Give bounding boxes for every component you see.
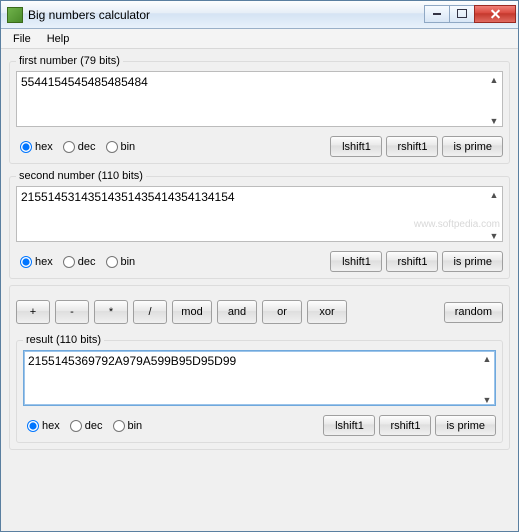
window-controls bbox=[425, 5, 516, 25]
op-or[interactable]: or bbox=[262, 300, 302, 324]
app-icon bbox=[7, 7, 23, 23]
op-mod[interactable]: mod bbox=[172, 300, 212, 324]
op-div[interactable]: / bbox=[133, 300, 167, 324]
op-mul[interactable]: * bbox=[94, 300, 128, 324]
result-radix-group: hex dec bin bbox=[23, 419, 146, 433]
scroll-up-icon[interactable]: ▲ bbox=[479, 351, 495, 367]
first-number-group: first number (79 bits) ▲ ▼ hex dec bin l… bbox=[9, 55, 510, 164]
result-isprime-button[interactable]: is prime bbox=[435, 415, 496, 436]
first-radix-bin[interactable]: bin bbox=[102, 140, 140, 154]
op-xor[interactable]: xor bbox=[307, 300, 347, 324]
operations-group: + - * / mod and or xor random result (11… bbox=[9, 285, 510, 450]
second-number-legend: second number (110 bits) bbox=[16, 170, 146, 182]
first-radix-group: hex dec bin bbox=[16, 140, 139, 154]
first-radix-hex[interactable]: hex bbox=[16, 140, 57, 154]
close-button[interactable] bbox=[474, 5, 516, 23]
random-button[interactable]: random bbox=[444, 302, 503, 323]
result-radix-bin[interactable]: bin bbox=[109, 419, 147, 433]
client-area: first number (79 bits) ▲ ▼ hex dec bin l… bbox=[1, 49, 518, 531]
menubar: File Help bbox=[1, 29, 518, 49]
scroll-up-icon[interactable]: ▲ bbox=[486, 72, 502, 88]
second-lshift-button[interactable]: lshift1 bbox=[330, 251, 382, 272]
titlebar[interactable]: Big numbers calculator bbox=[1, 1, 518, 29]
menu-help[interactable]: Help bbox=[39, 31, 78, 47]
first-isprime-button[interactable]: is prime bbox=[442, 136, 503, 157]
scroll-down-icon[interactable]: ▼ bbox=[486, 228, 502, 244]
second-isprime-button[interactable]: is prime bbox=[442, 251, 503, 272]
second-radix-hex[interactable]: hex bbox=[16, 255, 57, 269]
first-rshift-button[interactable]: rshift1 bbox=[386, 136, 438, 157]
second-radix-dec[interactable]: dec bbox=[59, 255, 100, 269]
second-radix-group: hex dec bin bbox=[16, 255, 139, 269]
op-and[interactable]: and bbox=[217, 300, 257, 324]
result-lshift-button[interactable]: lshift1 bbox=[323, 415, 375, 436]
result-radix-hex[interactable]: hex bbox=[23, 419, 64, 433]
first-number-input[interactable] bbox=[16, 71, 503, 127]
menu-file[interactable]: File bbox=[5, 31, 39, 47]
app-window: Big numbers calculator File Help first n… bbox=[0, 0, 519, 532]
op-add[interactable]: + bbox=[16, 300, 50, 324]
first-lshift-button[interactable]: lshift1 bbox=[330, 136, 382, 157]
op-sub[interactable]: - bbox=[55, 300, 89, 324]
second-number-group: second number (110 bits) ▲ ▼ hex dec bin… bbox=[9, 170, 510, 279]
result-group: result (110 bits) ▲ ▼ hex dec bin lshift… bbox=[16, 334, 503, 443]
result-legend: result (110 bits) bbox=[23, 334, 104, 346]
minimize-button[interactable] bbox=[424, 5, 450, 23]
second-rshift-button[interactable]: rshift1 bbox=[386, 251, 438, 272]
scroll-up-icon[interactable]: ▲ bbox=[486, 187, 502, 203]
maximize-button[interactable] bbox=[449, 5, 475, 23]
scroll-down-icon[interactable]: ▼ bbox=[486, 113, 502, 129]
result-radix-dec[interactable]: dec bbox=[66, 419, 107, 433]
second-number-input[interactable] bbox=[16, 186, 503, 242]
first-number-legend: first number (79 bits) bbox=[16, 55, 123, 67]
window-title: Big numbers calculator bbox=[28, 8, 425, 22]
scroll-down-icon[interactable]: ▼ bbox=[479, 392, 495, 408]
first-radix-dec[interactable]: dec bbox=[59, 140, 100, 154]
second-radix-bin[interactable]: bin bbox=[102, 255, 140, 269]
result-output[interactable] bbox=[23, 350, 496, 406]
result-rshift-button[interactable]: rshift1 bbox=[379, 415, 431, 436]
